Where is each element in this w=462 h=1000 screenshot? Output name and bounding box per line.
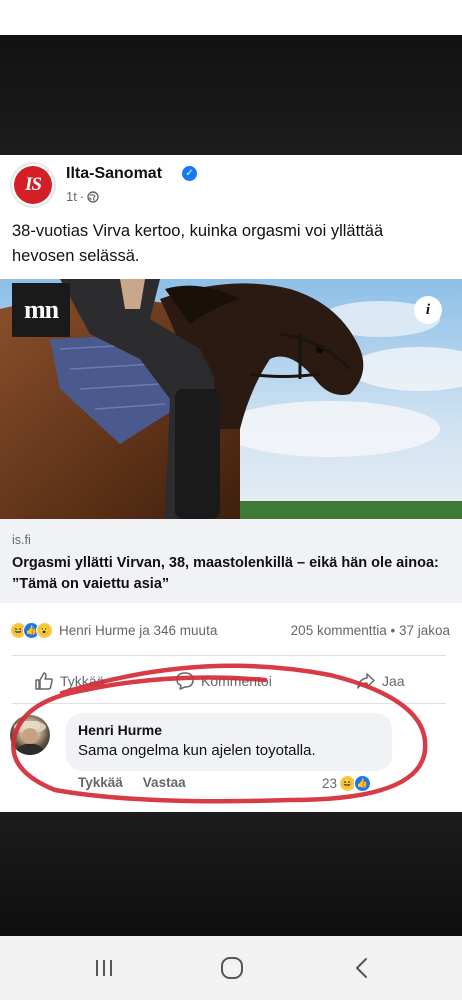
comment-actions: Tykkää Vastaa (78, 775, 186, 790)
post-text: 38-vuotias Virva kertoo, kuinka orgasmi … (12, 222, 384, 265)
comment-like-link[interactable]: Tykkää (78, 775, 123, 790)
info-icon[interactable]: i (414, 296, 442, 324)
bottom-dark-area (0, 812, 462, 936)
facebook-post: IS Ilta-Sanomat ✓ 1t · 38-vuotias Virva … (0, 155, 462, 812)
verified-badge-icon: ✓ (182, 166, 197, 181)
back-icon (356, 958, 367, 978)
comment-label: Kommentoi (201, 673, 272, 689)
comment-button[interactable]: Kommentoi (175, 671, 272, 691)
commenter-avatar[interactable] (10, 715, 50, 755)
post-header: IS Ilta-Sanomat ✓ 1t · (10, 161, 450, 209)
like-label: Tykkää (60, 673, 105, 689)
top-margin (0, 0, 462, 35)
comment-text: Sama ongelma kun ajelen toyotalla. (78, 742, 316, 759)
speech-bubble-icon (176, 672, 194, 690)
thumbs-up-icon (35, 672, 53, 690)
recent-apps-button[interactable] (64, 936, 144, 1000)
home-icon (221, 957, 243, 979)
page-name[interactable]: Ilta-Sanomat (66, 165, 162, 183)
separator-dot: · (79, 189, 85, 204)
divider (12, 655, 446, 656)
like-button[interactable]: Tykkää (34, 671, 104, 691)
android-nav-bar (0, 936, 462, 1000)
link-domain: is.fi (12, 533, 31, 547)
recent-apps-icon (96, 960, 112, 976)
link-title: Orgasmi yllätti Virvan, 38, maastolenkil… (12, 555, 439, 592)
home-button[interactable] (192, 936, 272, 1000)
globe-icon (87, 190, 99, 203)
share-button[interactable]: Jaa (356, 671, 405, 691)
post-time[interactable]: 1t (66, 189, 77, 204)
share-label: Jaa (382, 673, 405, 689)
post-meta: 1t · (66, 189, 99, 204)
wow-reaction-icon: 😮 (36, 621, 53, 639)
comment-bubble: Henri Hurme Sama ongelma kun ajelen toyo… (66, 713, 392, 771)
like-reaction-icon: 👍 (354, 775, 372, 792)
comment-share-counts[interactable]: 205 kommenttia • 37 jakoa (291, 623, 450, 638)
comment-item: Henri Hurme Sama ongelma kun ajelen toyo… (10, 713, 450, 803)
comment-reactions[interactable]: 23 😆 👍 (322, 775, 372, 792)
divider (12, 703, 446, 704)
comment-reply-link[interactable]: Vastaa (143, 775, 186, 790)
reactors-text[interactable]: Henri Hurme ja 346 muuta (59, 623, 217, 638)
mn-logo-badge: mn (12, 283, 70, 337)
back-button[interactable] (322, 936, 402, 1000)
is-logo: IS (14, 166, 52, 204)
share-arrow-icon (357, 673, 375, 689)
comment-author[interactable]: Henri Hurme (78, 722, 162, 738)
screenshot: IS Ilta-Sanomat ✓ 1t · 38-vuotias Virva … (0, 0, 462, 1000)
top-dark-area (0, 35, 462, 155)
comment-reaction-count: 23 (322, 776, 338, 791)
article-image[interactable]: mn i (0, 279, 462, 519)
post-actions: Tykkää Kommentoi Jaa (0, 665, 462, 701)
reactions-summary: 😆 👍 😮 Henri Hurme ja 346 muuta 205 komme… (10, 619, 450, 641)
link-preview[interactable]: is.fi Orgasmi yllätti Virvan, 38, maasto… (0, 519, 462, 603)
page-avatar[interactable]: IS (10, 162, 56, 208)
reaction-icons[interactable]: 😆 👍 😮 (10, 621, 53, 639)
commenter-photo (14, 721, 46, 755)
